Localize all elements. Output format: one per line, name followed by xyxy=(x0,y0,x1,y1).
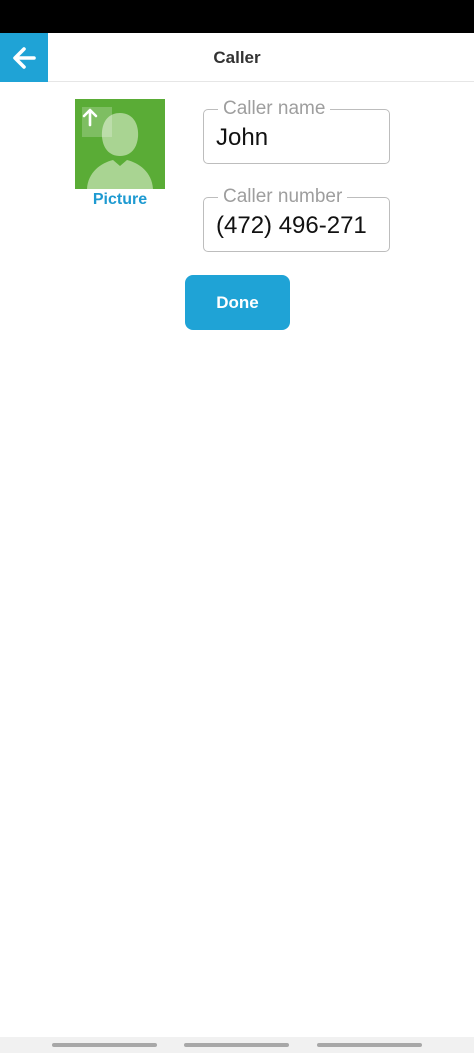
caller-number-input[interactable] xyxy=(216,212,384,240)
navigation-bar xyxy=(0,1037,474,1053)
caller-number-label: Caller number xyxy=(218,187,348,207)
page-title: Caller xyxy=(213,48,261,67)
nav-handle-left[interactable] xyxy=(52,1043,157,1047)
nav-handle-right[interactable] xyxy=(317,1043,422,1047)
app-bar: Caller xyxy=(0,33,474,82)
picture-link[interactable]: Picture xyxy=(75,191,165,209)
done-button[interactable]: Done xyxy=(185,275,290,330)
nav-handle-center[interactable] xyxy=(184,1043,289,1047)
caller-number-field: Caller number xyxy=(203,187,390,252)
caller-picture-button[interactable] xyxy=(75,99,165,189)
caller-name-input[interactable] xyxy=(216,124,384,152)
arrow-up-icon xyxy=(82,108,98,127)
caller-name-label: Caller name xyxy=(218,99,331,119)
picture-picker: Picture xyxy=(75,99,165,209)
arrow-left-icon xyxy=(13,46,36,69)
caller-name-field: Caller name xyxy=(203,99,390,164)
upload-badge xyxy=(82,107,112,137)
status-bar xyxy=(0,0,474,33)
back-button[interactable] xyxy=(0,33,48,82)
